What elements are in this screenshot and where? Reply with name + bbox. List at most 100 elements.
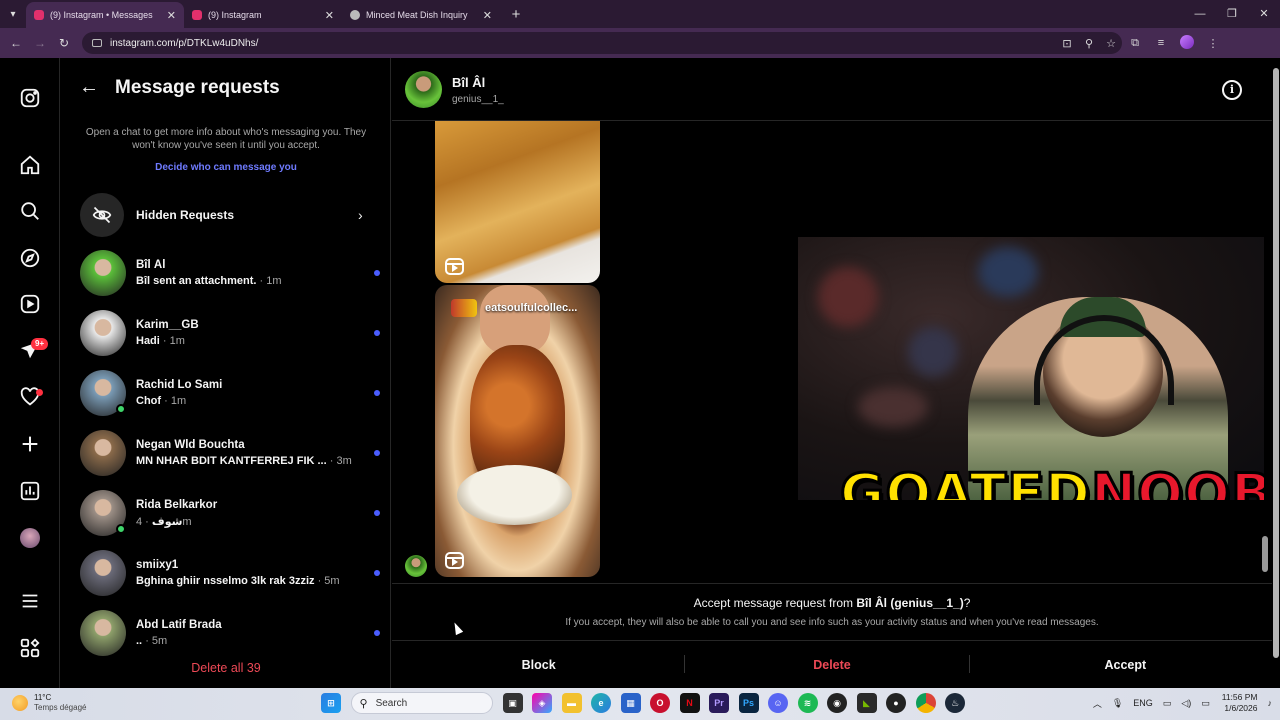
block-button[interactable]: Block [392,658,685,672]
microphone-icon[interactable]: 🎙 [1112,698,1123,709]
conversation-text: Bîl Âl Bîl sent an attachment. · 1m [136,259,368,287]
nvidia-icon[interactable]: ◣ [856,693,877,713]
conversation-row[interactable]: Rida Belkarkor شوف · 4m [80,488,380,538]
weather-widget[interactable]: 11°C Temps dégagé [12,693,86,712]
close-tab-icon[interactable]: ✕ [325,9,334,22]
reels-icon[interactable] [19,293,41,315]
dip [457,465,572,525]
instagram-logo-icon[interactable] [19,87,41,109]
volume-icon[interactable]: ◁) [1181,698,1191,709]
decide-who-can-message-link[interactable]: Decide who can message you [81,162,371,173]
delete-button[interactable]: Delete [685,658,978,672]
bokeh [818,267,878,327]
chat-scrollbar[interactable] [1262,536,1268,572]
close-tab-icon[interactable]: ✕ [483,9,492,22]
conversation-row[interactable]: Abd Latif Brada.. · 5m [80,608,380,658]
chat-avatar[interactable] [405,71,442,108]
reel-attachment[interactable] [435,121,600,283]
new-tab-button[interactable]: + [506,6,526,23]
unread-dot [374,270,380,276]
github-icon[interactable]: ● [886,693,906,713]
tab-instagram[interactable]: (9) Instagram ✕ [184,2,342,28]
conversation-row[interactable]: smiixy1 Bghina ghiir nsselmo 3lk rak 3zzi… [80,548,380,598]
tab-instagram-messages[interactable]: (9) Instagram • Messages ✕ [26,2,184,28]
tab-title: Minced Meat Dish Inquiry [366,10,468,20]
reload-icon[interactable]: ↻ [52,36,76,50]
bokeh [858,387,928,427]
bookmark-star-icon[interactable]: ☆ [1100,37,1122,50]
home-icon[interactable] [19,154,41,176]
preview-text: Chof [136,395,162,407]
maximize-icon[interactable]: ❐ [1216,0,1248,28]
conversation-name: Rachid Lo Sami [136,379,223,391]
battery-icon[interactable]: ▭ [1201,698,1210,709]
network-icon[interactable]: ▭ [1163,698,1172,709]
preview-time: · 1m [162,335,185,347]
steam-icon[interactable]: ♨ [945,693,965,713]
extensions-icon[interactable]: ⧉ [1122,37,1148,50]
tray-overflow-icon[interactable]: ︿ [1093,697,1102,710]
thumb [1273,68,1279,658]
minimize-icon[interactable]: — [1184,0,1216,28]
store-icon[interactable]: ▦ [620,693,641,713]
zoom-icon[interactable]: ⚲ [1078,37,1100,50]
hidden-requests-row[interactable]: Hidden Requests › [80,192,372,238]
conversation-name: smiixy1 [136,559,179,571]
chrome-icon[interactable] [915,693,936,713]
back-arrow-icon[interactable]: ← [79,76,115,99]
browser-menu-icon[interactable]: ⋮ [1200,37,1226,50]
conversation-info-icon[interactable]: i [1222,80,1242,100]
also-from-meta-icon[interactable] [19,637,41,659]
page-scrollbar[interactable] [1272,58,1280,688]
netflix-icon[interactable]: N [679,693,700,713]
conversation-text: Rida Belkarkor شوف · 4m [136,499,368,528]
tab-title: (9) Instagram • Messages [50,10,153,20]
copilot-icon[interactable]: ◈ [532,693,552,713]
dashboard-icon[interactable] [19,480,41,502]
edge-icon[interactable]: e [591,693,611,713]
close-window-icon[interactable]: ✕ [1248,0,1280,28]
tab-minced-meat[interactable]: Minced Meat Dish Inquiry ✕ [342,2,500,28]
conversation-name: Abd Latif Brada [136,619,222,631]
profile-avatar[interactable] [19,527,41,549]
obs-icon[interactable]: ◉ [827,693,847,713]
reel-attachment[interactable]: eatsoulfulcollec... [435,285,600,577]
conversation-row[interactable]: Rachid Lo Sami Chof · 1m [80,368,380,418]
back-icon[interactable]: ← [4,36,28,50]
avatar [80,430,126,476]
reading-list-icon[interactable]: ≡ [1148,37,1174,49]
photoshop-icon[interactable]: Ps [738,693,759,713]
taskbar-search[interactable]: ⚲ Search [350,692,493,714]
notifications-bell-icon[interactable]: ♪ [1268,698,1273,708]
conversation-row[interactable]: Negan Wld Bouchta MN NHAR BDIT KANTFERREJ… [80,428,380,478]
site-info-icon[interactable] [92,39,102,47]
conversation-text: Negan Wld Bouchta MN NHAR BDIT KANTFERREJ… [136,439,368,467]
file-explorer-icon[interactable]: ▬ [561,693,582,713]
start-windows-icon[interactable]: ⊞ [321,693,341,713]
forward-icon[interactable]: → [28,36,52,50]
avatar [80,310,126,356]
premiere-icon[interactable]: Pr [709,693,729,713]
search-icon[interactable] [19,200,41,222]
spotify-icon[interactable]: ≋ [797,693,818,713]
create-plus-icon[interactable] [19,433,41,455]
discord-icon[interactable]: ☺ [768,693,788,713]
tab-search-icon[interactable]: ▾ [0,0,26,28]
task-view-icon[interactable]: ▣ [502,693,523,713]
conversation-row[interactable]: Karim__GB Hadi · 1m [80,308,380,358]
close-tab-icon[interactable]: ✕ [167,9,176,22]
conversation-row[interactable]: Bîl Âl Bîl sent an attachment. · 1m [80,248,380,298]
clock[interactable]: 11:56 PM 1/6/2026 [1222,692,1258,714]
more-menu-icon[interactable] [19,590,41,612]
profile-avatar[interactable] [1174,34,1200,52]
address-bar[interactable]: instagram.com/p/DTKLw4uDNhs/ ⊡ ⚲ ☆ [82,32,1122,54]
chat-name[interactable]: Bîl Âl [452,75,485,90]
opera-icon[interactable]: O [650,693,670,713]
search-placeholder: Search [375,697,408,709]
requests-header: ← Message requests [79,76,280,99]
delete-all-button[interactable]: Delete all 39 [61,661,391,675]
accept-button[interactable]: Accept [979,658,1272,672]
language-indicator[interactable]: ENG [1133,698,1153,708]
install-app-icon[interactable]: ⊡ [1056,37,1078,50]
explore-compass-icon[interactable] [19,247,41,269]
